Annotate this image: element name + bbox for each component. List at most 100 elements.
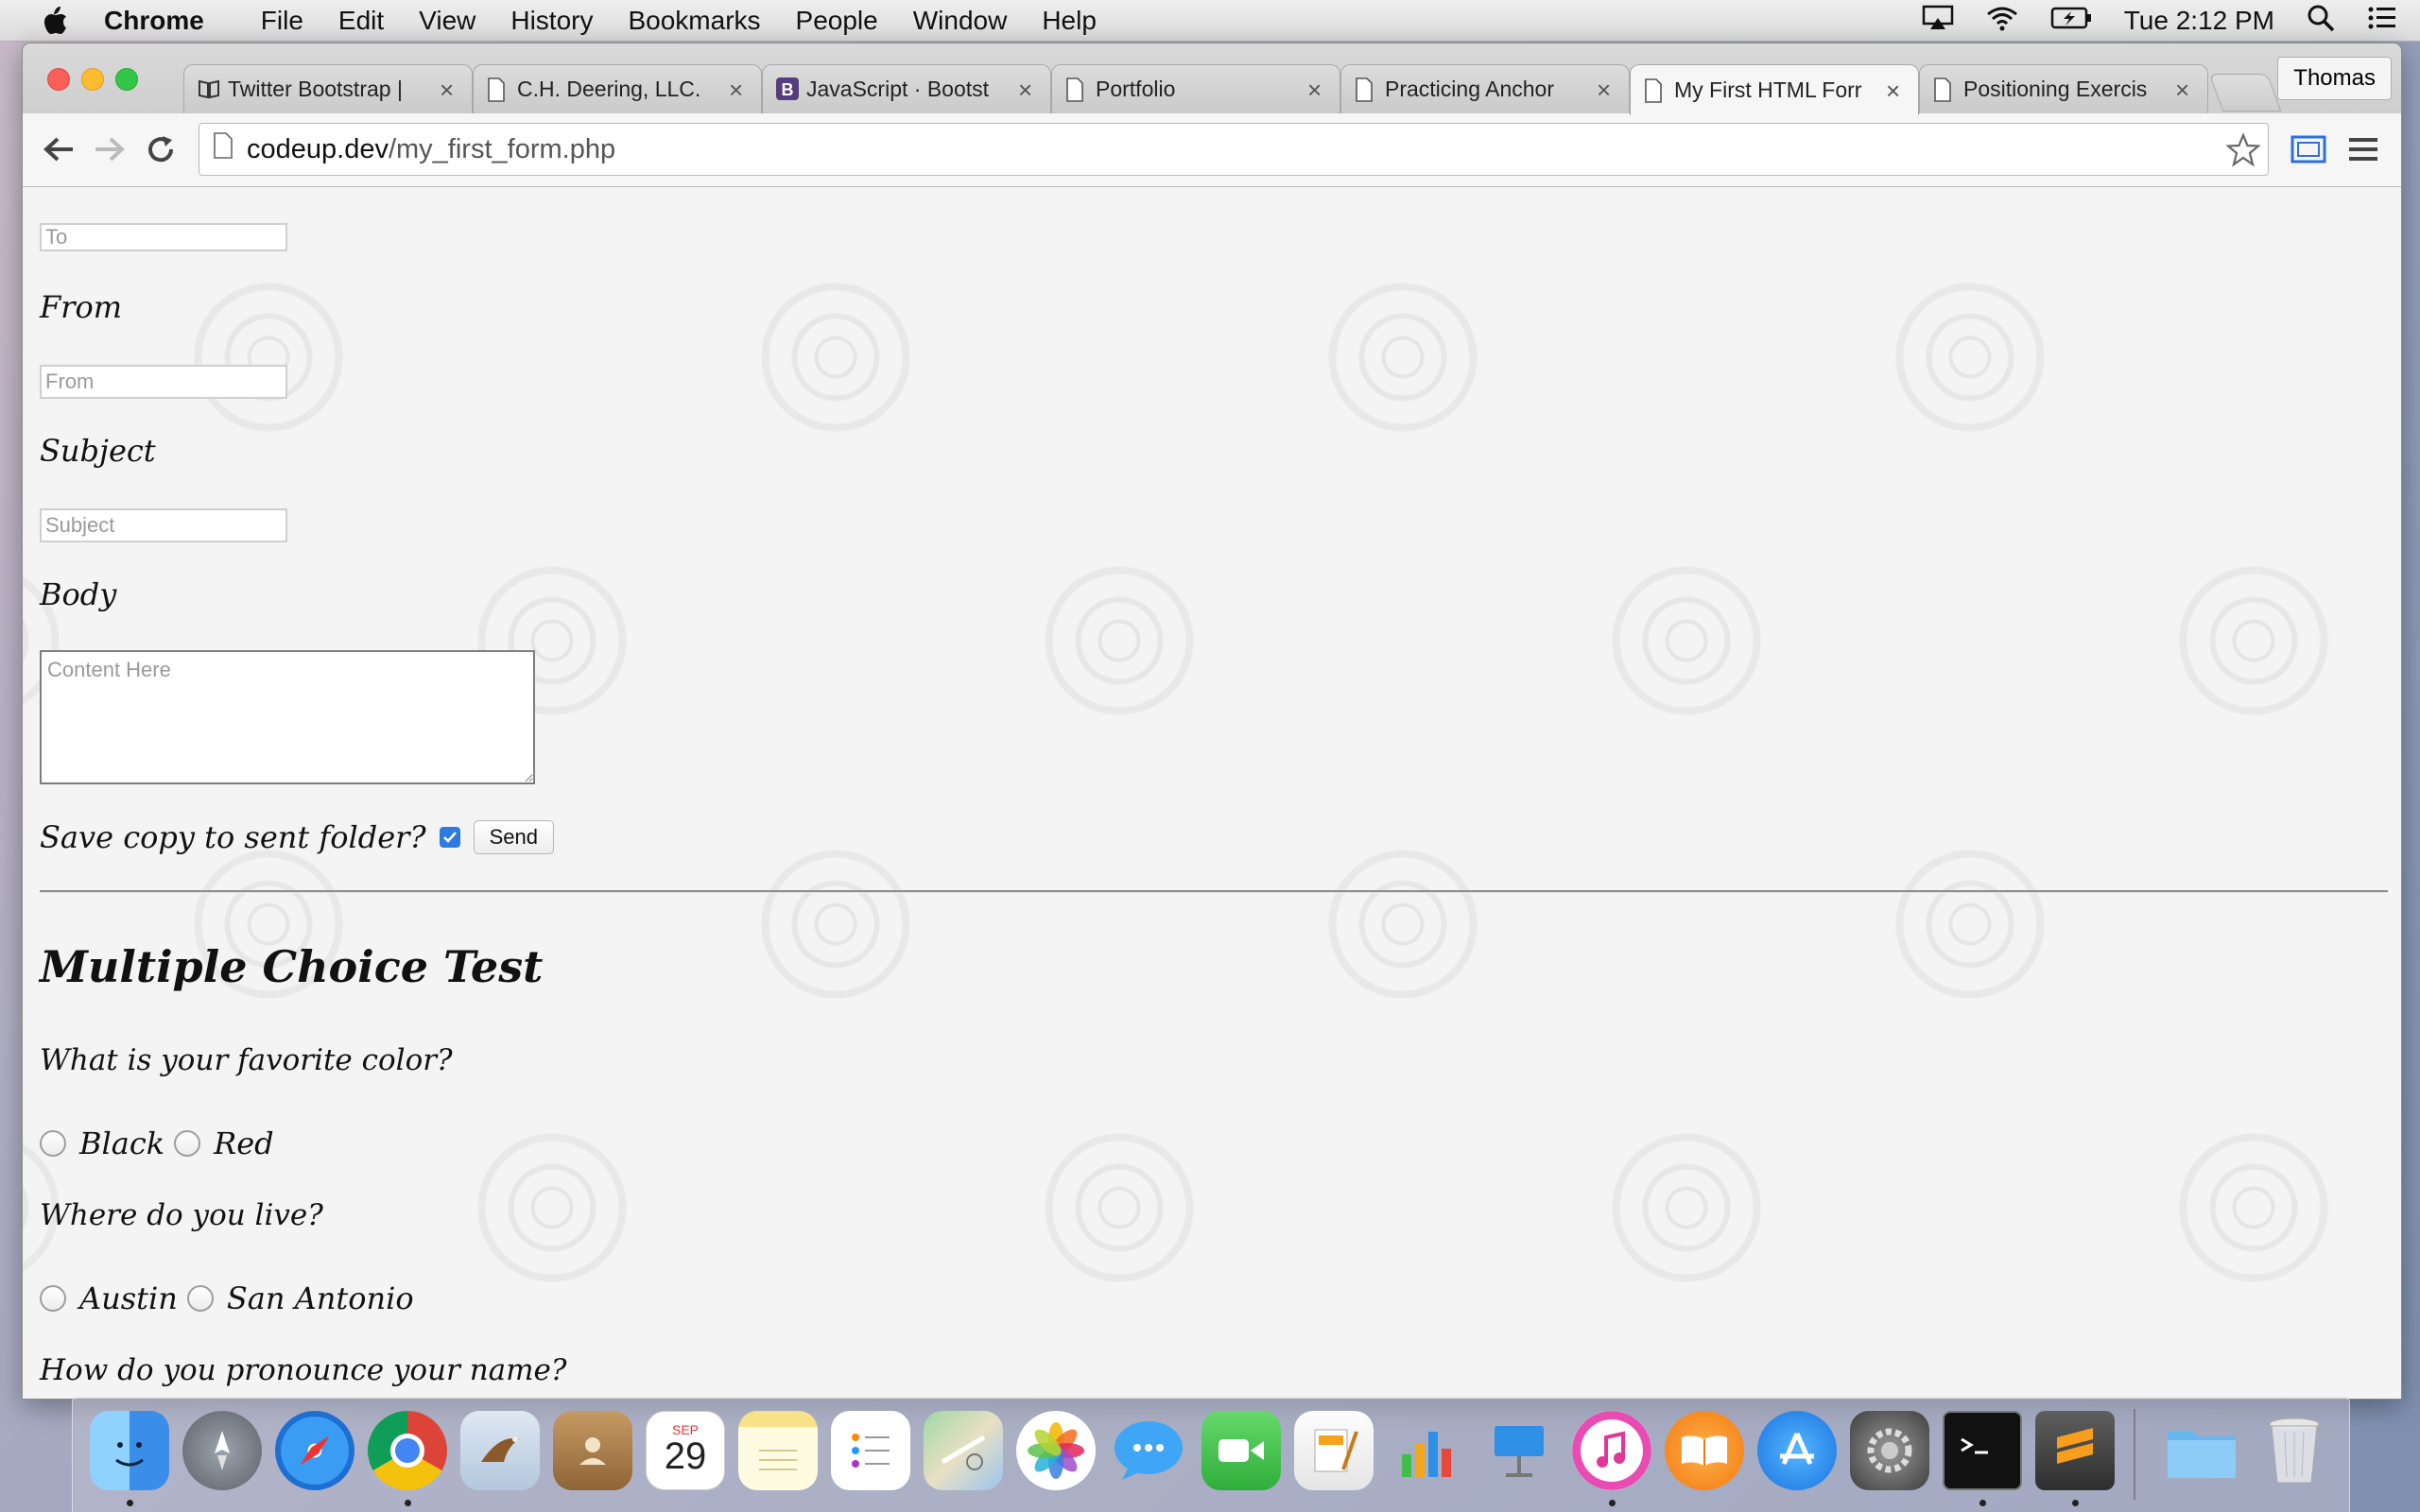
- menu-history[interactable]: History: [510, 6, 593, 36]
- tab-javascript-bootstrap[interactable]: B JavaScript · Bootst ×: [762, 64, 1051, 113]
- mail-icon[interactable]: [460, 1411, 540, 1490]
- new-tab-button[interactable]: [2208, 74, 2282, 112]
- menu-bookmarks[interactable]: Bookmarks: [628, 6, 760, 36]
- calendar-icon[interactable]: SEP 29: [646, 1411, 725, 1490]
- tab-ch-deering[interactable]: C.H. Deering, LLC. ×: [473, 64, 762, 113]
- notes-icon[interactable]: [738, 1411, 818, 1490]
- tab-close-icon[interactable]: ×: [440, 77, 457, 102]
- close-window-button[interactable]: [47, 68, 70, 91]
- menu-people[interactable]: People: [796, 6, 878, 36]
- hamburger-menu-icon[interactable]: [2344, 130, 2382, 168]
- dock-separator: [2134, 1409, 2135, 1500]
- save-copy-row: Save copy to sent folder? Send: [40, 816, 555, 858]
- app-store-icon[interactable]: [1757, 1411, 1837, 1490]
- browser-toolbar: codeup.dev/my_first_form.php: [23, 113, 2401, 187]
- tab-close-icon[interactable]: ×: [1307, 77, 1324, 102]
- system-preferences-icon[interactable]: [1850, 1411, 1929, 1490]
- send-button[interactable]: Send: [473, 820, 555, 854]
- tab-positioning-exercise[interactable]: Positioning Exercis ×: [1919, 64, 2208, 113]
- maps-icon[interactable]: [924, 1411, 1003, 1490]
- facetime-icon[interactable]: [1201, 1411, 1281, 1490]
- page-icon: [1644, 77, 1665, 103]
- airplay-icon[interactable]: [1922, 5, 1954, 38]
- test-heading: Multiple Choice Test: [40, 941, 544, 992]
- apple-icon[interactable]: [36, 5, 74, 37]
- subject-field[interactable]: [40, 508, 287, 542]
- from-field[interactable]: [40, 365, 287, 399]
- forward-arrow-icon[interactable]: [91, 130, 129, 168]
- radio-label-black: Black: [79, 1125, 165, 1161]
- body-label: Body: [40, 576, 117, 612]
- menu-edit[interactable]: Edit: [338, 6, 384, 36]
- tab-close-icon[interactable]: ×: [729, 77, 746, 102]
- reload-icon[interactable]: [142, 130, 180, 168]
- itunes-icon[interactable]: [1572, 1411, 1651, 1490]
- tab-practicing-anchor[interactable]: Practicing Anchor ×: [1340, 64, 1630, 113]
- ibooks-icon[interactable]: [1665, 1411, 1744, 1490]
- radio-austin[interactable]: [40, 1285, 66, 1312]
- question-favorite-color: What is your favorite color?: [40, 1043, 453, 1077]
- radio-red[interactable]: [174, 1130, 201, 1157]
- numbers-icon[interactable]: [1387, 1411, 1466, 1490]
- tab-title: Practicing Anchor: [1385, 77, 1554, 101]
- tab-close-icon[interactable]: ×: [1018, 77, 1035, 102]
- to-field[interactable]: [40, 223, 287, 251]
- tab-close-icon[interactable]: ×: [1886, 78, 1903, 103]
- menu-help[interactable]: Help: [1042, 6, 1097, 36]
- sublime-text-icon[interactable]: [2035, 1411, 2115, 1490]
- photos-icon[interactable]: [1016, 1411, 1096, 1490]
- menu-app-name[interactable]: Chrome: [104, 6, 204, 36]
- body-textarea[interactable]: [40, 650, 535, 784]
- reminders-icon[interactable]: [831, 1411, 910, 1490]
- pages-icon[interactable]: [1294, 1411, 1374, 1490]
- tab-close-icon[interactable]: ×: [1597, 77, 1614, 102]
- zoom-window-button[interactable]: [115, 68, 138, 91]
- tab-strip: Twitter Bootstrap | × C.H. Deering, LLC.…: [23, 43, 2401, 115]
- wifi-icon[interactable]: [1986, 5, 2018, 38]
- finder-icon[interactable]: [90, 1411, 169, 1490]
- profile-button[interactable]: Thomas: [2277, 57, 2392, 100]
- terminal-icon[interactable]: [1943, 1411, 2022, 1490]
- radio-black[interactable]: [40, 1130, 66, 1157]
- back-arrow-icon[interactable]: [40, 130, 78, 168]
- messages-icon[interactable]: [1109, 1411, 1188, 1490]
- address-bar[interactable]: codeup.dev/my_first_form.php: [199, 123, 2269, 176]
- chrome-icon[interactable]: [368, 1411, 447, 1490]
- tab-my-first-html-form[interactable]: My First HTML Forr ×: [1630, 64, 1919, 115]
- keynote-icon[interactable]: [1479, 1411, 1559, 1490]
- menu-file[interactable]: File: [261, 6, 303, 36]
- bookmark-star-icon[interactable]: [2225, 132, 2261, 175]
- menu-view[interactable]: View: [419, 6, 475, 36]
- safari-icon[interactable]: [275, 1411, 354, 1490]
- question-where-live: Where do you live?: [40, 1198, 323, 1232]
- menu-bar: Chrome File Edit View History Bookmarks …: [0, 0, 2420, 42]
- page-icon: [1065, 77, 1086, 102]
- save-copy-checkbox[interactable]: [439, 827, 460, 848]
- contacts-icon[interactable]: [553, 1411, 632, 1490]
- tab-title: My First HTML Forr: [1674, 77, 1862, 102]
- book-icon: [198, 77, 219, 102]
- radio-san-antonio[interactable]: [186, 1285, 214, 1312]
- cast-icon[interactable]: [2290, 130, 2327, 168]
- notification-center-icon[interactable]: [2367, 5, 2397, 38]
- folder-icon[interactable]: [2162, 1411, 2241, 1490]
- tab-portfolio[interactable]: Portfolio ×: [1051, 64, 1340, 113]
- running-indicator: [405, 1500, 411, 1506]
- menu-window[interactable]: Window: [913, 6, 1008, 36]
- minimize-window-button[interactable]: [81, 68, 104, 91]
- tab-twitter-bootstrap[interactable]: Twitter Bootstrap | ×: [183, 64, 473, 113]
- favorite-color-options: Black Red: [40, 1123, 284, 1164]
- battery-icon[interactable]: [2050, 6, 2092, 37]
- calendar-day: 29: [664, 1435, 707, 1477]
- tab-close-icon[interactable]: ×: [2175, 77, 2192, 102]
- launchpad-icon[interactable]: [182, 1411, 262, 1490]
- horizontal-rule: [40, 890, 2388, 893]
- dock: SEP 29: [72, 1397, 2350, 1512]
- spotlight-search-icon[interactable]: [2307, 4, 2335, 39]
- tab-title: Positioning Exercis: [1963, 77, 2148, 101]
- radio-label-red: Red: [214, 1125, 274, 1161]
- save-copy-label: Save copy to sent folder?: [40, 819, 426, 855]
- trash-icon[interactable]: [2255, 1411, 2334, 1490]
- tab-title: Portfolio: [1096, 77, 1176, 101]
- clock[interactable]: Tue 2:12 PM: [2124, 6, 2274, 36]
